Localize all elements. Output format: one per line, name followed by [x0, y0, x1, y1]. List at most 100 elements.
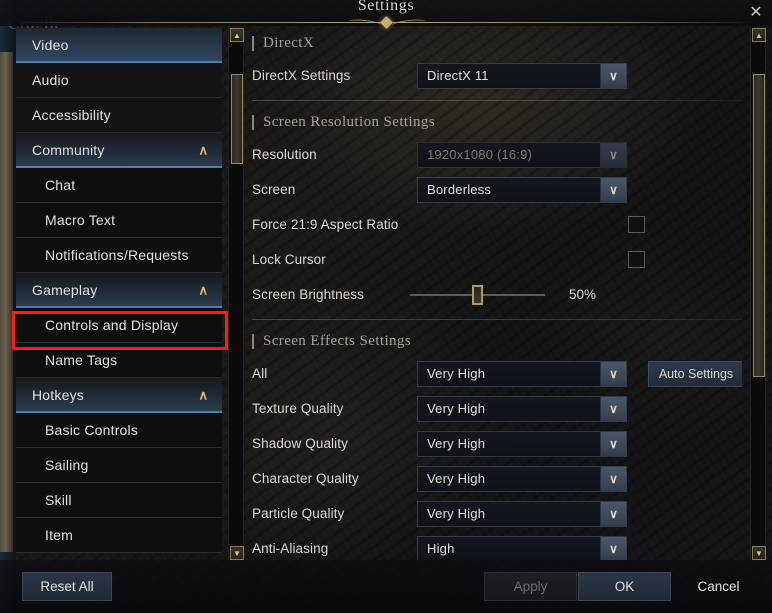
checkbox-lock-cursor[interactable]	[628, 251, 645, 268]
settings-sidebar[interactable]: Video Audio Accessibility Community ∧ Chat Mac…	[16, 28, 222, 560]
setting-row-all: All Very High ∨ Auto Settings	[252, 356, 742, 391]
ok-button[interactable]: OK	[578, 572, 671, 601]
sidebar-item-hotkeys[interactable]: Hotkeys ∧	[16, 378, 222, 413]
setting-label: Anti-Aliasing	[252, 541, 329, 556]
main-scrollbar[interactable]: ▲ ▼	[750, 28, 766, 560]
dropdown-all[interactable]: Very High ∨	[417, 360, 627, 387]
dropdown-value: Very High	[427, 366, 486, 381]
settings-window: Croglie Settings ✕ VideoAudioAccessibili…	[0, 0, 772, 613]
dropdown-texture-quality[interactable]: Very High ∨	[417, 395, 627, 422]
sidebar-item-audio[interactable]: Audio	[16, 63, 222, 98]
sidebar-scrollbar-thumb[interactable]	[231, 73, 243, 165]
slider-value-label: 50%	[569, 287, 597, 302]
page-title: Settings	[357, 0, 415, 14]
sidebar-scrollbar[interactable]: ▲ ▼	[228, 28, 244, 560]
dropdown-value: Borderless	[427, 182, 492, 197]
sidebar-item-accessibility[interactable]: Accessibility	[16, 98, 222, 133]
setting-row-screen: Screen Borderless ∨	[252, 172, 742, 207]
chevron-down-icon[interactable]: ∨	[600, 177, 626, 202]
sidebar-item-label: Basic Controls	[45, 422, 139, 438]
setting-label: Force 21:9 Aspect Ratio	[252, 217, 399, 232]
cancel-button[interactable]: Cancel	[672, 572, 765, 601]
section-divider	[252, 319, 742, 320]
setting-label: Shadow Quality	[252, 436, 348, 451]
chevron-down-icon[interactable]: ∨	[600, 501, 626, 526]
sidebar-item-basic-controls[interactable]: Basic Controls	[16, 413, 222, 448]
sidebar-item-label: Controls and Display	[45, 317, 179, 333]
sidebar-item-community[interactable]: Community ∧	[16, 133, 222, 168]
section-divider	[252, 100, 742, 101]
chevron-down-icon[interactable]: ∨	[600, 63, 626, 88]
setting-row-texture-quality: Texture Quality Very High ∨	[252, 391, 742, 426]
sidebar-item-label: Macro Text	[45, 212, 116, 228]
setting-label: All	[252, 366, 268, 381]
sidebar-item-label: Item	[45, 527, 74, 543]
dropdown-particle-quality[interactable]: Very High ∨	[417, 500, 627, 527]
slider-track-screen-brightness[interactable]	[410, 284, 545, 305]
dropdown-value: Very High	[427, 506, 486, 521]
checkbox-force-21-9-aspect-ratio[interactable]	[628, 216, 645, 233]
title-bar: Settings ✕	[0, 0, 772, 29]
main-scroll-down-icon[interactable]: ▼	[752, 546, 766, 560]
slider-thumb-screen-brightness[interactable]	[472, 284, 483, 305]
section-heading: Screen Effects Settings	[252, 326, 742, 356]
sidebar-item-label: Skill	[45, 492, 72, 508]
chevron-up-icon[interactable]: ∧	[198, 388, 208, 401]
slider-wrapper: 50%	[410, 284, 597, 305]
chevron-up-icon[interactable]: ∧	[198, 143, 208, 156]
sidebar-item-label: Accessibility	[32, 107, 111, 123]
dropdown-anti-aliasing[interactable]: High ∨	[417, 535, 627, 560]
background-left-accent	[0, 52, 13, 552]
sidebar-scroll-up-icon[interactable]: ▲	[230, 28, 244, 42]
chevron-down-icon[interactable]: ∨	[600, 431, 626, 456]
chevron-down-icon[interactable]: ∨	[600, 361, 626, 386]
sidebar-item-macro-text[interactable]: Macro Text	[16, 203, 222, 238]
sidebar-item-controls-and-display[interactable]: Controls and Display	[16, 308, 222, 343]
main-scroll-up-icon[interactable]: ▲	[752, 28, 766, 42]
dropdown-screen[interactable]: Borderless ∨	[417, 176, 627, 203]
main-scrollbar-thumb[interactable]	[753, 73, 765, 378]
dropdown-shadow-quality[interactable]: Very High ∨	[417, 430, 627, 457]
checkbox-wrapper	[628, 216, 645, 233]
chevron-down-icon[interactable]: ∨	[600, 536, 626, 560]
setting-row-character-quality: Character Quality Very High ∨	[252, 461, 742, 496]
section-accent-bar	[252, 35, 254, 51]
apply-button[interactable]: Apply	[484, 572, 577, 601]
sidebar-item-gameplay[interactable]: Gameplay ∧	[16, 273, 222, 308]
section-heading-label: DirectX	[263, 34, 315, 51]
close-icon[interactable]: ✕	[744, 0, 768, 24]
chevron-down-icon[interactable]: ∨	[600, 466, 626, 491]
dropdown-value: DirectX 11	[427, 68, 489, 83]
sidebar-item-video[interactable]: Video	[16, 28, 222, 63]
dropdown-value: Very High	[427, 436, 486, 451]
setting-label: DirectX Settings	[252, 68, 351, 83]
sidebar-scroll-down-icon[interactable]: ▼	[230, 546, 244, 560]
chevron-up-icon[interactable]: ∧	[198, 283, 208, 296]
sidebar-item-notifications-requests[interactable]: Notifications/Requests	[16, 238, 222, 273]
dropdown-character-quality[interactable]: Very High ∨	[417, 465, 627, 492]
sidebar-item-item[interactable]: Item	[16, 518, 222, 553]
sidebar-item-label: Video	[32, 36, 69, 53]
chevron-down-icon[interactable]: ∨	[600, 396, 626, 421]
sidebar-item-label: Chat	[45, 177, 76, 193]
sidebar-item-label: Name Tags	[45, 352, 118, 368]
sidebar-item-name-tags[interactable]: Name Tags	[16, 343, 222, 378]
setting-row-resolution: Resolution 1920x1080 (16:9) ∨	[252, 137, 742, 172]
section-heading: Screen Resolution Settings	[252, 107, 742, 137]
checkbox-wrapper	[628, 251, 645, 268]
setting-row-lock-cursor: Lock Cursor	[252, 242, 742, 277]
reset-all-button[interactable]: Reset All	[22, 572, 112, 601]
auto-settings-button[interactable]: Auto Settings	[648, 360, 742, 387]
section-heading-label: Screen Resolution Settings	[263, 113, 436, 130]
sidebar-item-sailing[interactable]: Sailing	[16, 448, 222, 483]
sidebar-item-skill[interactable]: Skill	[16, 483, 222, 518]
setting-row-directx-settings: DirectX Settings DirectX 11 ∨	[252, 58, 742, 93]
dropdown-directx-settings[interactable]: DirectX 11 ∨	[417, 62, 627, 89]
setting-row-force-21-9-aspect-ratio: Force 21:9 Aspect Ratio	[252, 207, 742, 242]
setting-label: Lock Cursor	[252, 252, 326, 267]
setting-label: Resolution	[252, 147, 317, 162]
setting-label: Character Quality	[252, 471, 359, 486]
sidebar-item-chat[interactable]: Chat	[16, 168, 222, 203]
dropdown-value: Very High	[427, 401, 486, 416]
chevron-down-icon: ∨	[600, 142, 626, 167]
